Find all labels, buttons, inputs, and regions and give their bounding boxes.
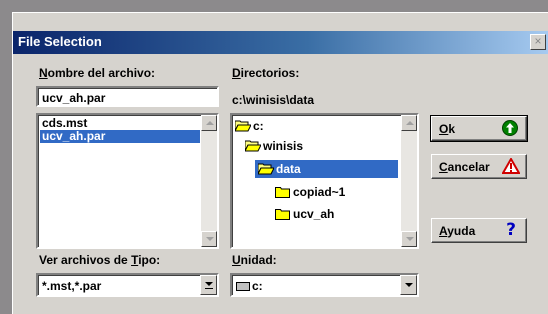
current-path: c:\winisis\data [232, 93, 315, 107]
chevron-down-icon [205, 282, 213, 286]
arrow-down-icon [206, 237, 214, 241]
drive-value: c: [236, 279, 263, 293]
help-label: Ayuda [439, 224, 476, 238]
scroll-up-button[interactable] [201, 115, 217, 131]
file-selection-dialog: File Selection × Nombre del archivo: ucv… [12, 12, 548, 314]
arrow-up-icon [206, 121, 214, 125]
ok-label: Ok [439, 122, 456, 136]
window-title: File Selection [18, 34, 102, 49]
dir-item-winisis[interactable]: winisis [245, 137, 303, 155]
filename-input[interactable]: ucv_ah.par [36, 86, 219, 107]
filename-label: Nombre del archivo: [39, 66, 156, 80]
arrow-up-icon [406, 121, 414, 125]
ok-button[interactable]: Ok [430, 115, 528, 142]
filetype-dropdown-button[interactable] [200, 275, 217, 295]
dir-item-ucv-ah[interactable]: ucv_ah [275, 205, 334, 223]
desktop-background-left [0, 12, 12, 314]
filetype-label: Ver archivos de Tipo: [39, 253, 161, 267]
scroll-down-button[interactable] [201, 231, 217, 247]
directories-label: Directorios: [232, 66, 300, 80]
directory-tree[interactable]: c: winisis data copiad~1 ucv_ah [230, 113, 419, 249]
dir-item-data-selected[interactable]: data [255, 160, 398, 178]
folder-open-icon [235, 120, 251, 132]
folder-open-icon [258, 163, 274, 175]
scroll-up-button[interactable] [401, 115, 417, 131]
file-list-scrollbar[interactable] [201, 115, 217, 247]
file-list-item-selected[interactable]: ucv_ah.par [40, 130, 200, 143]
help-button[interactable]: Ayuda ? [431, 218, 527, 243]
ok-arrow-icon [502, 120, 518, 136]
folder-closed-icon [275, 187, 290, 198]
arrow-down-icon [406, 237, 414, 241]
folder-closed-icon [275, 209, 290, 220]
filetype-select[interactable]: *.mst,*.par [36, 273, 219, 297]
dir-item-root[interactable]: c: [235, 117, 264, 135]
drive-dropdown-button[interactable] [400, 275, 417, 295]
folder-open-icon [245, 140, 261, 152]
help-question-icon: ? [506, 220, 516, 240]
title-bar[interactable]: File Selection × [13, 31, 548, 54]
dropdown-underline [205, 288, 213, 289]
file-list[interactable]: cds.mst ucv_ah.par [36, 113, 219, 249]
close-icon[interactable]: × [530, 34, 546, 50]
filetype-value: *.mst,*.par [42, 279, 102, 293]
cancel-label: Cancelar [439, 160, 490, 174]
chevron-down-icon [405, 283, 413, 287]
directory-scrollbar[interactable] [401, 115, 417, 247]
scroll-down-button[interactable] [401, 231, 417, 247]
filename-input-value: ucv_ah.par [42, 91, 106, 105]
desktop-background-top [0, 0, 548, 12]
dir-item-copiad[interactable]: copiad~1 [275, 183, 345, 201]
warning-icon [502, 158, 520, 174]
drive-label: Unidad: [232, 253, 277, 267]
drive-select[interactable]: c: [230, 273, 419, 297]
drive-icon [236, 281, 250, 291]
cancel-button[interactable]: Cancelar [431, 154, 527, 179]
